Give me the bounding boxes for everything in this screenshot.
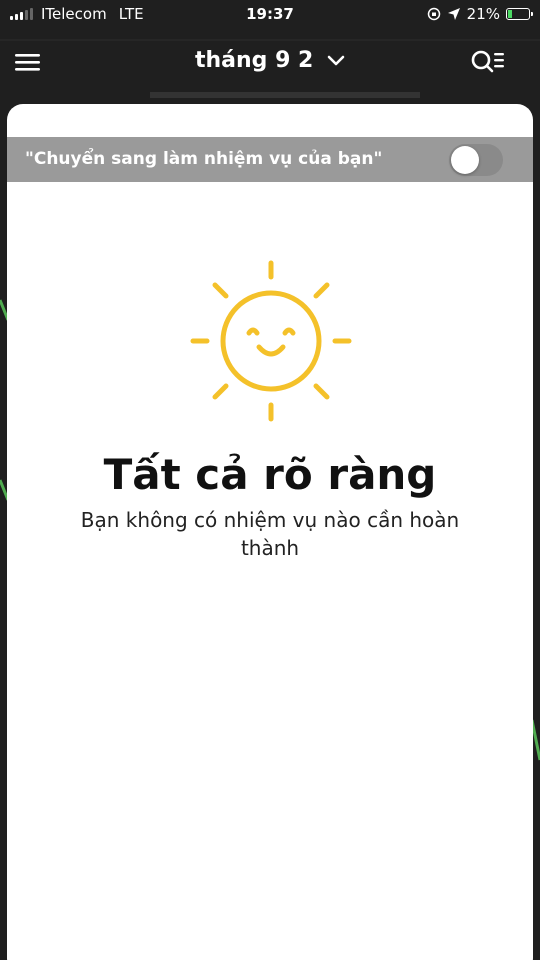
battery-charging-icon [506,8,533,20]
battery-percent: 21% [466,5,500,23]
month-selector[interactable]: tháng 9 2 [0,48,540,73]
screen: ITelecom LTE 19:37 21% tháng 9 2 "Chuyển… [0,0,540,960]
empty-state-subtitle: Bạn không có nhiệm vụ nào cần hoàn thành [80,508,460,560]
battery-level [508,10,512,18]
search-list-icon[interactable] [470,48,506,76]
location-arrow-icon [447,8,460,20]
task-mode-toggle-bar: "Chuyển sang làm nhiệm vụ của bạn" [7,137,533,182]
smiling-sun-icon [190,260,352,422]
status-right: 21% [427,5,533,23]
empty-state-title: Tất cả rõ ràng [103,450,437,499]
toggle-knob [451,146,479,174]
orientation-lock-icon [427,7,440,21]
task-panel: "Chuyển sang làm nhiệm vụ của bạn" Tất c… [7,104,533,960]
month-label: tháng 9 2 [194,48,314,73]
task-mode-toggle[interactable] [449,144,503,176]
status-bar: ITelecom LTE 19:37 21% [0,0,540,28]
chevron-down-icon [327,55,345,66]
nav-header: tháng 9 2 [0,38,540,88]
toggle-label: "Chuyển sang làm nhiệm vụ của bạn" [25,149,383,169]
